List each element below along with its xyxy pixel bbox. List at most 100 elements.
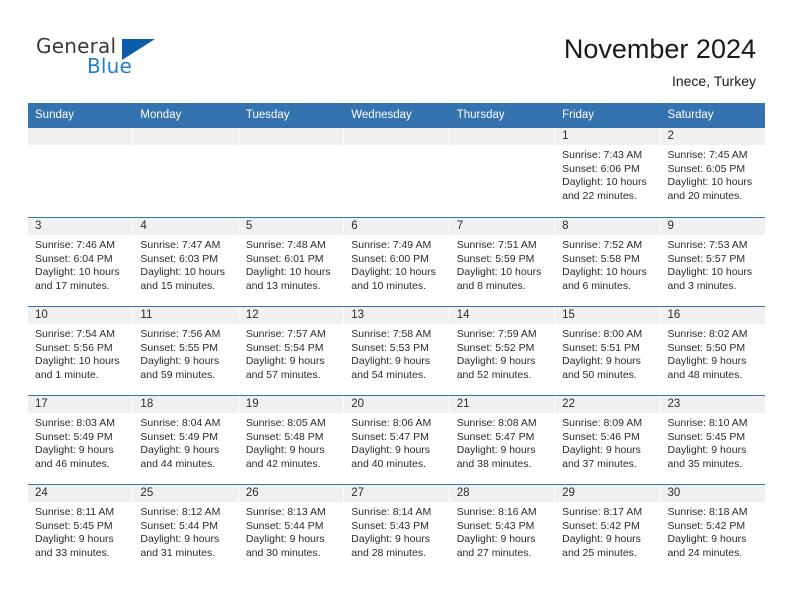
day-cell[interactable]: 19 Sunrise: 8:05 AM Sunset: 5:48 PM Dayl…	[238, 396, 345, 484]
day-info: Sunrise: 7:47 AM Sunset: 6:03 PM Dayligh…	[133, 235, 237, 293]
day-number: 15	[555, 307, 660, 324]
sunrise-text: Sunrise: 7:47 AM	[140, 239, 221, 251]
sunrise-text: Sunrise: 8:05 AM	[245, 417, 326, 429]
day-cell[interactable]: 30 Sunrise: 8:18 AM Sunset: 5:42 PM Dayl…	[660, 485, 765, 573]
day-number: 21	[449, 396, 555, 413]
page-header: General Blue November 2024 Inece, Turkey	[0, 0, 792, 100]
sunset-text: Sunset: 5:44 PM	[140, 519, 219, 532]
day-info: Sunrise: 8:13 AM Sunset: 5:44 PM Dayligh…	[239, 502, 343, 560]
day-info: Sunrise: 8:03 AM Sunset: 5:49 PM Dayligh…	[28, 413, 132, 471]
daylight-text-line1: Daylight: 10 hours	[35, 355, 120, 367]
day-cell[interactable]: 21 Sunrise: 8:08 AM Sunset: 5:47 PM Dayl…	[449, 396, 556, 484]
sunset-text: Sunset: 5:45 PM	[667, 430, 746, 443]
day-cell[interactable]: 22 Sunrise: 8:09 AM Sunset: 5:46 PM Dayl…	[555, 396, 661, 484]
day-number: 11	[133, 307, 238, 324]
day-cell[interactable]: 24 Sunrise: 8:11 AM Sunset: 5:45 PM Dayl…	[28, 485, 134, 573]
daylight-text-line2: and 42 minutes.	[245, 457, 321, 470]
daylight-text-line1: Daylight: 9 hours	[456, 355, 536, 367]
day-cell[interactable]: 17 Sunrise: 8:03 AM Sunset: 5:49 PM Dayl…	[28, 396, 134, 484]
day-info: Sunrise: 8:00 AM Sunset: 5:51 PM Dayligh…	[555, 324, 659, 382]
daylight-text-line2: and 10 minutes.	[351, 279, 426, 292]
day-number: 30	[660, 485, 765, 502]
weekday-header-monday: Monday	[133, 103, 239, 128]
day-cell	[28, 128, 134, 217]
day-number: 10	[28, 307, 133, 324]
day-cell[interactable]: 23 Sunrise: 8:10 AM Sunset: 5:45 PM Dayl…	[660, 396, 765, 484]
week-row: 24 Sunrise: 8:11 AM Sunset: 5:45 PM Dayl…	[28, 484, 765, 573]
sunrise-text: Sunrise: 8:08 AM	[456, 417, 537, 429]
sunrise-text: Sunrise: 7:56 AM	[140, 328, 221, 340]
daylight-text-line1: Daylight: 9 hours	[562, 444, 641, 456]
day-info: Sunrise: 7:56 AM Sunset: 5:55 PM Dayligh…	[133, 324, 237, 382]
day-number: 14	[449, 307, 555, 324]
day-cell[interactable]: 1 Sunrise: 7:43 AM Sunset: 6:06 PM Dayli…	[555, 128, 661, 217]
day-cell[interactable]: 3 Sunrise: 7:46 AM Sunset: 6:04 PM Dayli…	[28, 218, 134, 306]
day-cell[interactable]: 18 Sunrise: 8:04 AM Sunset: 5:49 PM Dayl…	[133, 396, 239, 484]
day-cell[interactable]: 10 Sunrise: 7:54 AM Sunset: 5:56 PM Dayl…	[28, 307, 134, 395]
day-number: 24	[28, 485, 133, 502]
day-cell[interactable]: 20 Sunrise: 8:06 AM Sunset: 5:47 PM Dayl…	[344, 396, 450, 484]
day-cell[interactable]: 13 Sunrise: 7:58 AM Sunset: 5:53 PM Dayl…	[344, 307, 450, 395]
day-info: Sunrise: 8:12 AM Sunset: 5:44 PM Dayligh…	[133, 502, 237, 560]
daylight-text-line2: and 24 minutes.	[667, 546, 743, 559]
day-cell[interactable]: 7 Sunrise: 7:51 AM Sunset: 5:59 PM Dayli…	[449, 218, 556, 306]
day-info: Sunrise: 8:02 AM Sunset: 5:50 PM Dayligh…	[661, 324, 765, 382]
day-info: Sunrise: 7:58 AM Sunset: 5:53 PM Dayligh…	[344, 324, 448, 382]
sunset-text: Sunset: 5:46 PM	[562, 430, 640, 443]
sunset-text: Sunset: 5:55 PM	[140, 341, 219, 354]
day-cell[interactable]: 12 Sunrise: 7:57 AM Sunset: 5:54 PM Dayl…	[238, 307, 345, 395]
sunrise-text: Sunrise: 7:53 AM	[667, 239, 748, 251]
sunrise-text: Sunrise: 7:49 AM	[351, 239, 432, 251]
sunrise-text: Sunrise: 8:18 AM	[667, 506, 748, 518]
weekday-header-thursday: Thursday	[449, 103, 556, 128]
daylight-text-line2: and 25 minutes.	[562, 546, 637, 559]
weekday-header-friday: Friday	[555, 103, 661, 128]
sunset-text: Sunset: 5:47 PM	[351, 430, 429, 443]
general-blue-logo[interactable]: General Blue	[36, 34, 216, 82]
day-number: 9	[660, 218, 765, 235]
daylight-text-line2: and 6 minutes.	[562, 279, 631, 292]
day-info: Sunrise: 8:18 AM Sunset: 5:42 PM Dayligh…	[661, 502, 765, 560]
day-number	[449, 128, 555, 145]
location-subtitle: Inece, Turkey	[671, 73, 756, 89]
daylight-text-line2: and 54 minutes.	[351, 368, 426, 381]
sunset-text: Sunset: 5:54 PM	[245, 341, 324, 354]
daylight-text-line1: Daylight: 9 hours	[667, 533, 747, 545]
daylight-text-line2: and 20 minutes.	[667, 189, 743, 202]
sunrise-text: Sunrise: 8:03 AM	[35, 417, 115, 429]
day-cell[interactable]: 4 Sunrise: 7:47 AM Sunset: 6:03 PM Dayli…	[133, 218, 239, 306]
daylight-text-line2: and 31 minutes.	[140, 546, 216, 559]
sunrise-text: Sunrise: 8:17 AM	[562, 506, 643, 518]
day-cell[interactable]: 11 Sunrise: 7:56 AM Sunset: 5:55 PM Dayl…	[133, 307, 239, 395]
day-cell[interactable]: 9 Sunrise: 7:53 AM Sunset: 5:57 PM Dayli…	[660, 218, 765, 306]
sunset-text: Sunset: 5:48 PM	[245, 430, 324, 443]
day-number: 2	[660, 128, 765, 145]
sunrise-text: Sunrise: 8:02 AM	[667, 328, 748, 340]
day-info: Sunrise: 7:45 AM Sunset: 6:05 PM Dayligh…	[661, 145, 765, 203]
weekday-header-tuesday: Tuesday	[238, 103, 345, 128]
sunset-text: Sunset: 5:42 PM	[562, 519, 640, 532]
day-cell[interactable]: 15 Sunrise: 8:00 AM Sunset: 5:51 PM Dayl…	[555, 307, 661, 395]
sunset-text: Sunset: 5:43 PM	[351, 519, 429, 532]
day-cell[interactable]: 6 Sunrise: 7:49 AM Sunset: 6:00 PM Dayli…	[344, 218, 450, 306]
sunset-text: Sunset: 5:47 PM	[456, 430, 535, 443]
day-cell[interactable]: 2 Sunrise: 7:45 AM Sunset: 6:05 PM Dayli…	[660, 128, 765, 217]
sunrise-text: Sunrise: 8:10 AM	[667, 417, 748, 429]
day-cell[interactable]: 16 Sunrise: 8:02 AM Sunset: 5:50 PM Dayl…	[660, 307, 765, 395]
day-cell[interactable]: 25 Sunrise: 8:12 AM Sunset: 5:44 PM Dayl…	[133, 485, 239, 573]
day-cell[interactable]: 27 Sunrise: 8:14 AM Sunset: 5:43 PM Dayl…	[344, 485, 450, 573]
daylight-text-line1: Daylight: 9 hours	[456, 444, 536, 456]
day-cell[interactable]: 5 Sunrise: 7:48 AM Sunset: 6:01 PM Dayli…	[238, 218, 345, 306]
day-cell[interactable]: 29 Sunrise: 8:17 AM Sunset: 5:42 PM Dayl…	[555, 485, 661, 573]
daylight-text-line2: and 33 minutes.	[35, 546, 110, 559]
day-number: 4	[133, 218, 238, 235]
day-cell[interactable]: 26 Sunrise: 8:13 AM Sunset: 5:44 PM Dayl…	[238, 485, 345, 573]
daylight-text-line1: Daylight: 10 hours	[245, 266, 331, 278]
sunset-text: Sunset: 5:49 PM	[140, 430, 219, 443]
daylight-text-line1: Daylight: 10 hours	[456, 266, 542, 278]
day-number: 12	[238, 307, 344, 324]
day-cell[interactable]: 8 Sunrise: 7:52 AM Sunset: 5:58 PM Dayli…	[555, 218, 661, 306]
day-cell[interactable]: 14 Sunrise: 7:59 AM Sunset: 5:52 PM Dayl…	[449, 307, 556, 395]
daylight-text-line2: and 38 minutes.	[456, 457, 532, 470]
day-cell[interactable]: 28 Sunrise: 8:16 AM Sunset: 5:43 PM Dayl…	[449, 485, 556, 573]
